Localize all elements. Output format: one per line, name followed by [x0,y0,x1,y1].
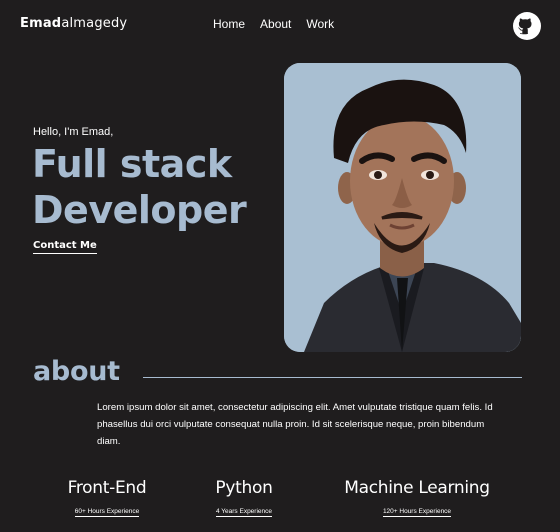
brand-logo[interactable]: Emadalmagedy [20,16,127,31]
skill-experience: 120+ Hours Experience [382,508,452,517]
about-divider [143,377,522,378]
skill-front-end: Front-End 60+ Hours Experience [62,478,152,517]
hero-greeting: Hello, I'm Emad, [33,126,114,138]
skill-name: Front-End [67,478,147,498]
brand-name-rest: almagedy [61,16,128,31]
portrait-illustration [284,63,521,352]
about-heading: about [33,356,120,387]
skill-python: Python 4 Years Experience [205,478,283,517]
hero-title: Full stack Developer [32,141,247,233]
nav-link-home[interactable]: Home [213,17,245,31]
hero-title-line-2: Developer [32,188,247,232]
skill-name: Machine Learning [344,478,490,498]
skill-experience: 4 Years Experience [215,508,272,517]
hero-title-line-1: Full stack [32,142,232,186]
nav-links: Home About Work [213,17,334,31]
nav-link-about[interactable]: About [260,17,291,31]
brand-name-bold: Emad [20,16,62,31]
contact-me-link[interactable]: Contact Me [33,240,97,254]
skill-machine-learning: Machine Learning 120+ Hours Experience [334,478,500,517]
nav-link-work[interactable]: Work [306,17,334,31]
skill-name: Python [215,478,273,498]
top-navbar: Emadalmagedy Home About Work [0,0,560,52]
skill-experience: 60+ Hours Experience [74,508,140,517]
about-paragraph: Lorem ipsum dolor sit amet, consectetur … [97,402,493,447]
github-icon[interactable] [513,12,541,40]
